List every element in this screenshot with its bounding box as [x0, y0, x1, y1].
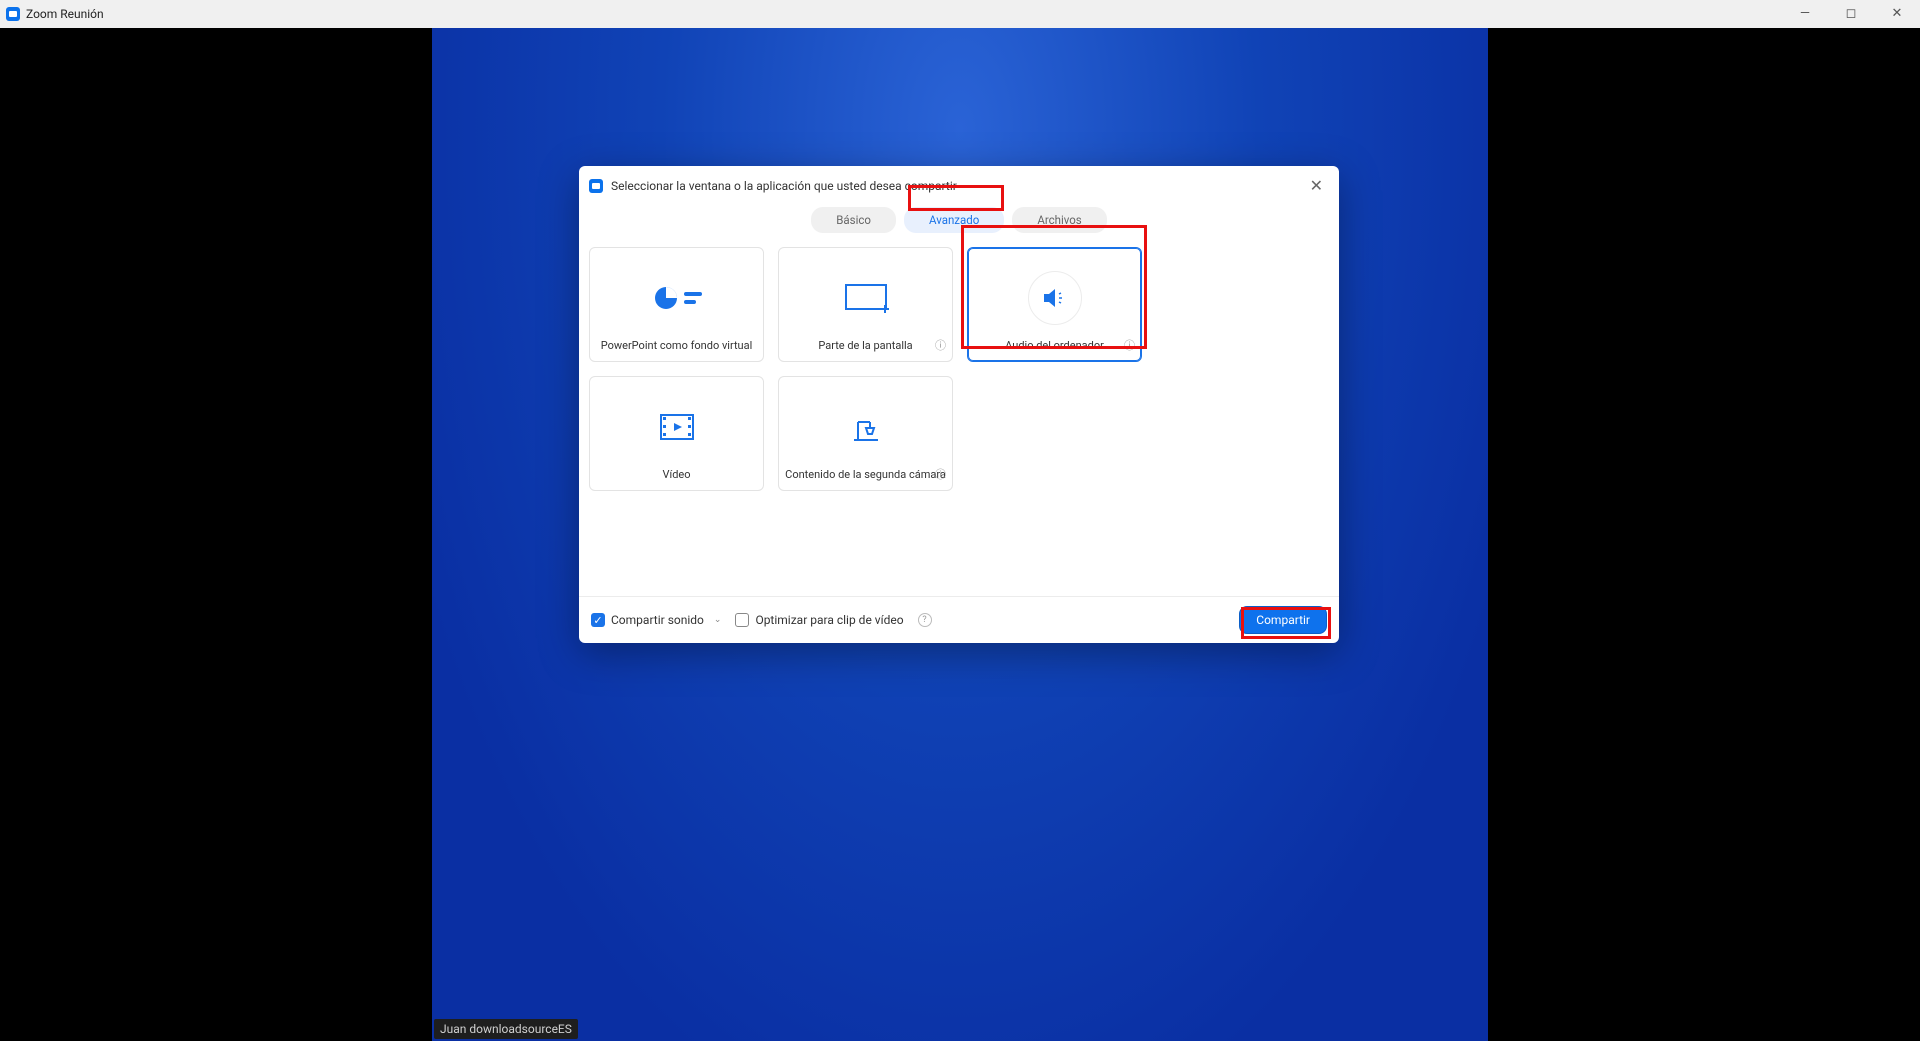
help-icon[interactable]: ⓘ [935, 337, 946, 353]
minimize-button[interactable]: — [1782, 0, 1828, 28]
window-titlebar: Zoom Reunión — ◻ ✕ [0, 0, 1920, 28]
option-computer-audio[interactable]: Audio del ordenador ⌄ ⓘ [967, 247, 1142, 362]
dialog-header: Seleccionar la ventana o la aplicación q… [579, 166, 1339, 205]
zoom-icon [589, 179, 603, 193]
screen-portion-icon [839, 271, 893, 325]
option-second-camera[interactable]: Contenido de la segunda cámara ⓘ [778, 376, 953, 491]
share-button[interactable]: Compartir [1239, 606, 1327, 634]
checkbox-checked-icon: ✓ [591, 613, 605, 627]
desk-lamp-icon [839, 400, 893, 454]
presentation-icon [650, 271, 704, 325]
option-label: Vídeo [662, 468, 690, 482]
maximize-button[interactable]: ◻ [1828, 0, 1874, 28]
option-video[interactable]: Vídeo [589, 376, 764, 491]
share-options-grid: PowerPoint como fondo virtual Parte de l… [579, 247, 1339, 596]
optimize-video-checkbox[interactable]: Optimizar para clip de vídeo [735, 613, 903, 627]
option-label: PowerPoint como fondo virtual [601, 339, 753, 353]
window-title: Zoom Reunión [26, 7, 104, 21]
checkbox-unchecked-icon [735, 613, 749, 627]
meeting-stage: Juan downloadsourceES Seleccionar la ven… [0, 28, 1920, 1041]
close-button[interactable]: ✕ [1874, 0, 1920, 28]
help-icon[interactable]: ⓘ [935, 466, 946, 482]
tab-basic[interactable]: Básico [811, 207, 896, 233]
checkbox-label: Compartir sonido [611, 613, 704, 627]
option-label: Contenido de la segunda cámara [785, 468, 946, 482]
option-portion-of-screen[interactable]: Parte de la pantalla ⓘ [778, 247, 953, 362]
video-area: Juan downloadsourceES Seleccionar la ven… [432, 28, 1488, 1041]
dialog-close-button[interactable]: ✕ [1304, 174, 1329, 197]
window-controls: — ◻ ✕ [1782, 0, 1920, 28]
help-icon[interactable]: ⓘ [1124, 337, 1135, 353]
dialog-footer: ✓ Compartir sonido ⌄ Optimizar para clip… [579, 596, 1339, 643]
chevron-down-icon[interactable]: ⌄ [714, 615, 722, 625]
zoom-icon [6, 7, 20, 21]
participant-name-badge: Juan downloadsourceES [434, 1019, 578, 1039]
option-label: Audio del ordenador [1005, 339, 1104, 353]
chevron-down-icon[interactable]: ⌄ [1111, 342, 1119, 352]
tab-files[interactable]: Archivos [1012, 207, 1106, 233]
help-icon[interactable]: ? [918, 613, 932, 627]
film-icon [650, 400, 704, 454]
option-powerpoint-virtual-bg[interactable]: PowerPoint como fondo virtual [589, 247, 764, 362]
share-screen-dialog: Seleccionar la ventana o la aplicación q… [579, 166, 1339, 643]
option-label: Parte de la pantalla [818, 339, 912, 353]
dialog-title: Seleccionar la ventana o la aplicación q… [611, 179, 957, 193]
tab-advanced[interactable]: Avanzado [904, 207, 1004, 233]
share-sound-checkbox[interactable]: ✓ Compartir sonido ⌄ [591, 613, 721, 627]
speaker-icon [1028, 271, 1082, 325]
share-tabs: Básico Avanzado Archivos [579, 205, 1339, 247]
checkbox-label: Optimizar para clip de vídeo [755, 613, 903, 627]
